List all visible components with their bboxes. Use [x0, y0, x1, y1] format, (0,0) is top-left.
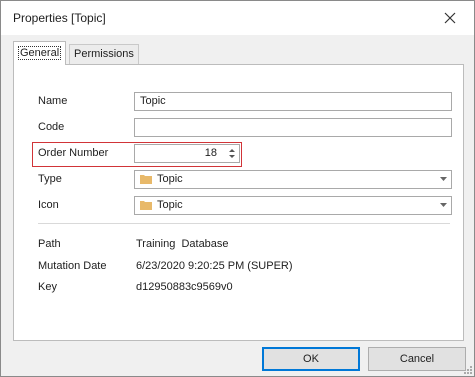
- order-number-label: Order Number: [38, 147, 109, 159]
- path-label: Path: [38, 238, 61, 250]
- cancel-button[interactable]: Cancel: [368, 347, 466, 371]
- mutation-date-value: 6/23/2020 9:20:25 PM (SUPER): [136, 260, 293, 272]
- icon-label: Icon: [38, 199, 59, 211]
- properties-dialog: Properties [Topic] General Permissions N…: [0, 0, 475, 377]
- dialog-title: Properties [Topic]: [13, 11, 106, 25]
- close-icon[interactable]: [441, 9, 459, 27]
- divider: [38, 223, 450, 224]
- order-number-stepper[interactable]: 18: [134, 144, 240, 163]
- general-panel: Name Topic Code Order Number 18 Type Top…: [13, 64, 464, 341]
- tab-permissions-label: Permissions: [74, 48, 134, 60]
- chevron-down-icon[interactable]: [440, 177, 447, 182]
- path-value: Training Database: [136, 238, 229, 250]
- ok-button[interactable]: OK: [262, 347, 360, 371]
- icon-select[interactable]: Topic: [134, 196, 452, 215]
- code-label: Code: [38, 121, 65, 133]
- name-label: Name: [38, 95, 68, 107]
- mutation-date-label: Mutation Date: [38, 260, 107, 272]
- type-select[interactable]: Topic: [134, 170, 452, 189]
- key-value: d12950883c9569v0: [136, 281, 233, 293]
- tab-permissions[interactable]: Permissions: [69, 44, 139, 64]
- name-value: Topic: [140, 95, 166, 107]
- tab-general[interactable]: General: [13, 41, 67, 65]
- icon-value: Topic: [157, 199, 183, 211]
- order-number-value: 18: [204, 147, 217, 159]
- code-field[interactable]: [134, 118, 452, 137]
- tab-strip: General Permissions: [13, 41, 473, 65]
- spin-arrows-icon[interactable]: [227, 146, 237, 161]
- resize-grip-icon[interactable]: [463, 365, 473, 375]
- folder-icon: [140, 201, 152, 210]
- key-label: Key: [38, 281, 57, 293]
- tab-general-label: General: [18, 46, 62, 60]
- type-label: Type: [38, 173, 62, 185]
- chevron-down-icon[interactable]: [440, 203, 447, 208]
- folder-icon: [140, 175, 152, 184]
- type-value: Topic: [157, 173, 183, 185]
- name-field[interactable]: Topic: [134, 92, 452, 111]
- title-bar: Properties [Topic]: [1, 1, 474, 35]
